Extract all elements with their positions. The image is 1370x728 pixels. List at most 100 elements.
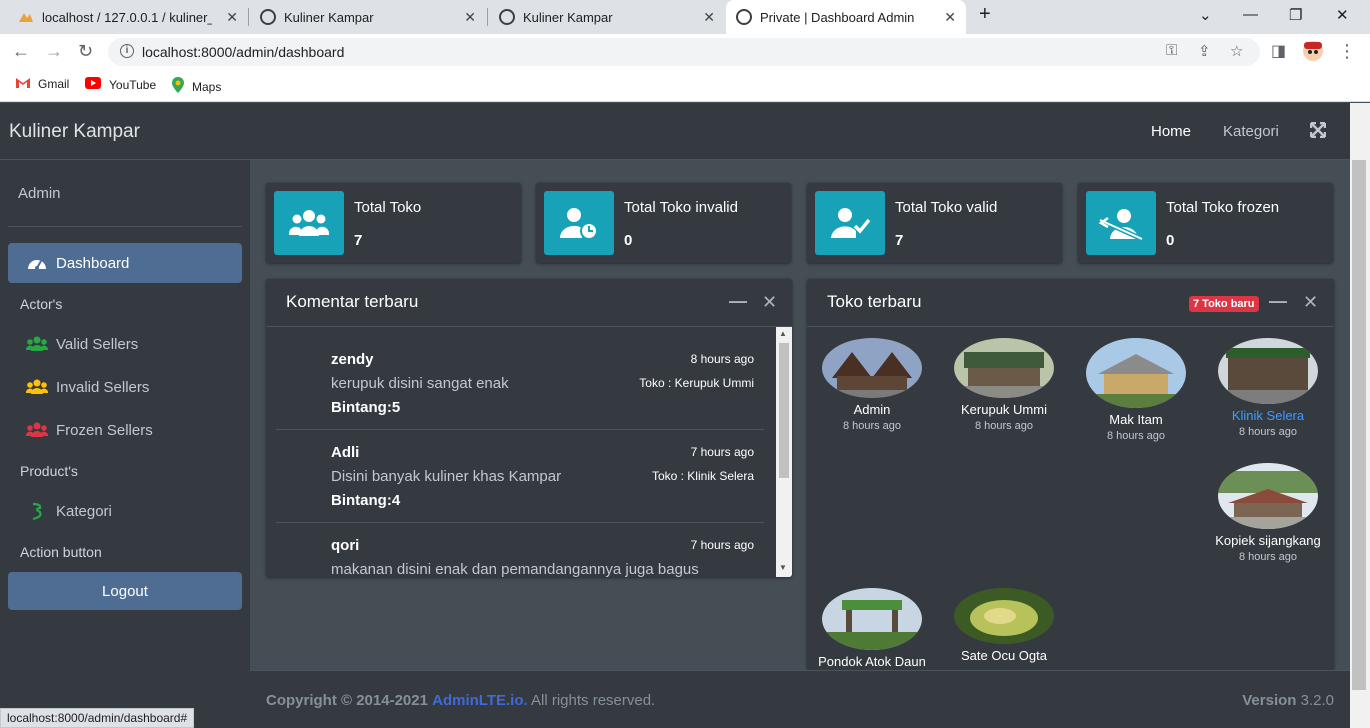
sidebar-item-dashboard[interactable]: Dashboard xyxy=(8,243,242,283)
forward-icon[interactable]: → xyxy=(45,41,63,62)
browser-tab-dashboard[interactable]: Private | Dashboard Admin ✕ xyxy=(726,0,966,34)
window-close-button[interactable]: ✕ xyxy=(1336,6,1349,24)
comment-rating: Bintang:4 xyxy=(331,492,401,509)
stat-value: 7 xyxy=(354,232,363,249)
sidebar-item-label: Dashboard xyxy=(56,254,130,272)
gmail-icon xyxy=(16,77,30,91)
close-icon[interactable]: ✕ xyxy=(762,292,777,313)
footer: Copyright © 2014-2021 AdminLTE.io. All r… xyxy=(250,670,1350,728)
comments-scrollbar-thumb[interactable] xyxy=(779,343,789,478)
close-icon[interactable]: ✕ xyxy=(1303,292,1318,313)
menu-icon[interactable]: ⋮ xyxy=(1338,41,1356,62)
scroll-up-icon[interactable]: ▲ xyxy=(779,329,787,338)
profile-avatar[interactable] xyxy=(1302,40,1324,67)
bookmark-label: Maps xyxy=(192,79,222,94)
browser-tab-bar: localhost / 127.0.0.1 / kuliner_kam ✕ Ku… xyxy=(0,0,1370,34)
stat-value: 0 xyxy=(624,232,633,249)
fullscreen-icon[interactable] xyxy=(1309,121,1327,142)
logout-button[interactable]: Logout xyxy=(8,572,242,610)
browser-tab-kuliner-2[interactable]: Kuliner Kampar ✕ xyxy=(489,0,725,34)
stat-box-toko-invalid: Total Toko invalid 0 xyxy=(536,183,791,263)
bookmark-youtube[interactable]: YouTube xyxy=(85,77,156,92)
store-time: 8 hours ago xyxy=(974,420,1034,432)
globe-icon xyxy=(499,9,515,25)
store-time: 8 hours ago xyxy=(842,420,902,432)
share-icon[interactable]: ⇪ xyxy=(1198,42,1211,60)
store-photo xyxy=(1086,338,1186,408)
bookmark-maps[interactable]: Maps xyxy=(172,77,221,96)
sidebar-item-label: Valid Sellers xyxy=(56,335,139,353)
close-icon[interactable]: ✕ xyxy=(226,9,238,26)
comment-item: zendy kerupuk disini sangat enak Bintang… xyxy=(276,337,764,430)
store-name-link[interactable]: Klinik Selera xyxy=(1203,408,1333,423)
phpmyadmin-icon xyxy=(18,9,34,25)
restore-button[interactable]: ❐ xyxy=(1289,6,1302,24)
footer-version: Version 3.2.0 xyxy=(1242,692,1334,709)
store-time: 8 hours ago xyxy=(1238,551,1298,563)
minus-icon[interactable]: — xyxy=(1269,291,1287,312)
nav-link-kategori[interactable]: Kategori xyxy=(1223,123,1279,140)
sidebar-item-invalid-sellers[interactable]: Invalid Sellers xyxy=(8,367,242,407)
close-icon[interactable]: ✕ xyxy=(703,9,715,26)
comment-text: Disini banyak kuliner khas Kampar xyxy=(331,468,562,485)
sidebar-item-valid-sellers[interactable]: Valid Sellers xyxy=(8,324,242,364)
globe-icon xyxy=(260,9,276,25)
new-tab-button[interactable]: + xyxy=(979,3,991,26)
comment-toko: Toko : Klinik Selera xyxy=(651,469,754,483)
comment-rating: Bintang:5 xyxy=(331,399,401,416)
page-scrollbar-thumb[interactable] xyxy=(1352,160,1366,690)
users-icon xyxy=(26,336,48,352)
store-photo xyxy=(1218,338,1318,404)
store-item[interactable]: Admin 8 hours ago xyxy=(807,338,937,432)
stat-value: 7 xyxy=(895,232,904,249)
star-icon[interactable]: ☆ xyxy=(1230,42,1243,60)
info-icon[interactable]: i xyxy=(120,44,134,58)
url-input[interactable]: i localhost:8000/admin/dashboard ⚿ ⇪ ☆ xyxy=(108,38,1260,66)
close-icon[interactable]: ✕ xyxy=(464,9,476,26)
url-text: localhost:8000/admin/dashboard xyxy=(142,44,345,60)
side-panel-icon[interactable]: ◨ xyxy=(1271,41,1286,61)
reload-icon[interactable]: ↻ xyxy=(78,41,93,62)
back-icon[interactable]: ← xyxy=(12,41,30,62)
nav-link-home[interactable]: Home xyxy=(1151,123,1191,140)
store-item[interactable]: Sate Ocu Ogta xyxy=(939,588,1069,663)
user-slash-icon xyxy=(1086,191,1156,255)
sidebar-item-kategori[interactable]: Kategori xyxy=(8,491,242,531)
card-header: Komentar terbaru — ✕ xyxy=(266,279,792,327)
page-scrollbar[interactable] xyxy=(1350,103,1370,728)
bookmark-label: YouTube xyxy=(109,77,157,92)
footer-copyright: Copyright © 2014-2021 AdminLTE.io. All r… xyxy=(266,692,655,709)
adminlte-link[interactable]: AdminLTE.io. xyxy=(432,692,528,709)
scroll-down-icon[interactable]: ▼ xyxy=(779,563,787,572)
store-item[interactable]: Mak Itam 8 hours ago xyxy=(1071,338,1201,442)
store-photo xyxy=(822,338,922,398)
browser-tab-kuliner-1[interactable]: Kuliner Kampar ✕ xyxy=(250,0,486,34)
stat-box-toko-frozen: Total Toko frozen 0 xyxy=(1078,183,1333,263)
user-check-icon xyxy=(815,191,885,255)
close-icon[interactable]: ✕ xyxy=(944,9,956,26)
browser-tab-phpmyadmin[interactable]: localhost / 127.0.0.1 / kuliner_kam ✕ xyxy=(8,0,248,34)
comments-scrollbar[interactable]: ▲ ▼ xyxy=(776,327,792,577)
brand-link[interactable]: Kuliner Kampar xyxy=(0,103,250,160)
sidebar-item-label: Invalid Sellers xyxy=(56,378,150,396)
user-panel[interactable]: Admin xyxy=(8,160,242,227)
top-navbar: Home Kategori xyxy=(250,103,1350,160)
bookmark-gmail[interactable]: Gmail xyxy=(16,77,69,91)
rights-text: All rights reserved. xyxy=(531,692,656,709)
minimize-button[interactable]: — xyxy=(1243,6,1258,23)
kategori-icon xyxy=(26,502,48,520)
minus-icon[interactable]: — xyxy=(729,291,747,312)
version-number: 3.2.0 xyxy=(1300,692,1334,709)
comment-toko: Toko : Kerupuk Ummi xyxy=(639,376,754,390)
store-item[interactable]: Pondok Atok Daun xyxy=(807,588,937,669)
store-item[interactable]: Kerupuk Ummi 8 hours ago xyxy=(939,338,1069,432)
card-komentar-terbaru: Komentar terbaru — ✕ zendy kerupuk disin… xyxy=(266,279,792,577)
store-item[interactable]: Klinik Selera 8 hours ago xyxy=(1203,338,1333,438)
stat-title: Total Toko invalid xyxy=(624,199,738,216)
comment-time: 7 hours ago xyxy=(690,538,754,552)
store-name: Sate Ocu Ogta xyxy=(961,648,1047,663)
chevron-down-icon[interactable]: ⌄ xyxy=(1199,6,1212,24)
key-icon[interactable]: ⚿ xyxy=(1166,42,1177,59)
store-item[interactable]: Kopiek sijangkang 8 hours ago xyxy=(1203,463,1333,563)
sidebar-item-frozen-sellers[interactable]: Frozen Sellers xyxy=(8,410,242,450)
